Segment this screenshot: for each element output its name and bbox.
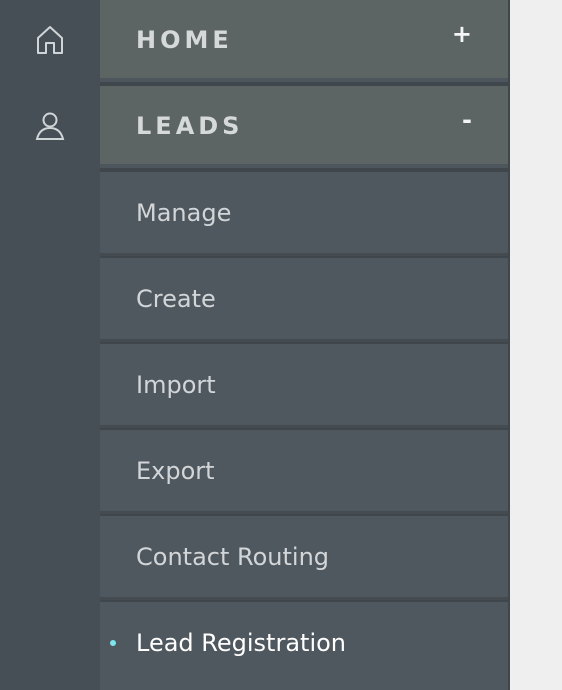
user-icon[interactable] (30, 106, 70, 146)
collapse-toggle-icon[interactable]: - (462, 108, 472, 132)
menu-item-label: Create (136, 285, 216, 313)
menu-item-label: Manage (136, 199, 232, 227)
menu-item-lead-registration[interactable]: Lead Registration (100, 602, 508, 690)
icon-rail (0, 0, 100, 690)
section-home[interactable]: HOME + (100, 0, 508, 82)
menu-item-create[interactable]: Create (100, 258, 508, 342)
menu-item-import[interactable]: Import (100, 344, 508, 428)
app-shell: HOME + LEADS - Manage Create Import Expo… (0, 0, 562, 690)
menu-item-manage[interactable]: Manage (100, 172, 508, 256)
active-indicator-icon (110, 640, 116, 646)
menu-item-contact-routing[interactable]: Contact Routing (100, 516, 508, 600)
expand-toggle-icon[interactable]: + (452, 22, 472, 46)
home-icon[interactable] (30, 20, 70, 60)
menu-item-label: Export (136, 457, 215, 485)
side-menu: HOME + LEADS - Manage Create Import Expo… (100, 0, 510, 690)
menu-item-export[interactable]: Export (100, 430, 508, 514)
section-leads-label: LEADS (136, 112, 244, 140)
section-home-label: HOME (136, 26, 233, 54)
section-leads[interactable]: LEADS - (100, 86, 508, 168)
menu-item-label: Contact Routing (136, 543, 330, 571)
menu-item-label: Import (136, 371, 216, 399)
menu-item-label: Lead Registration (136, 629, 347, 657)
